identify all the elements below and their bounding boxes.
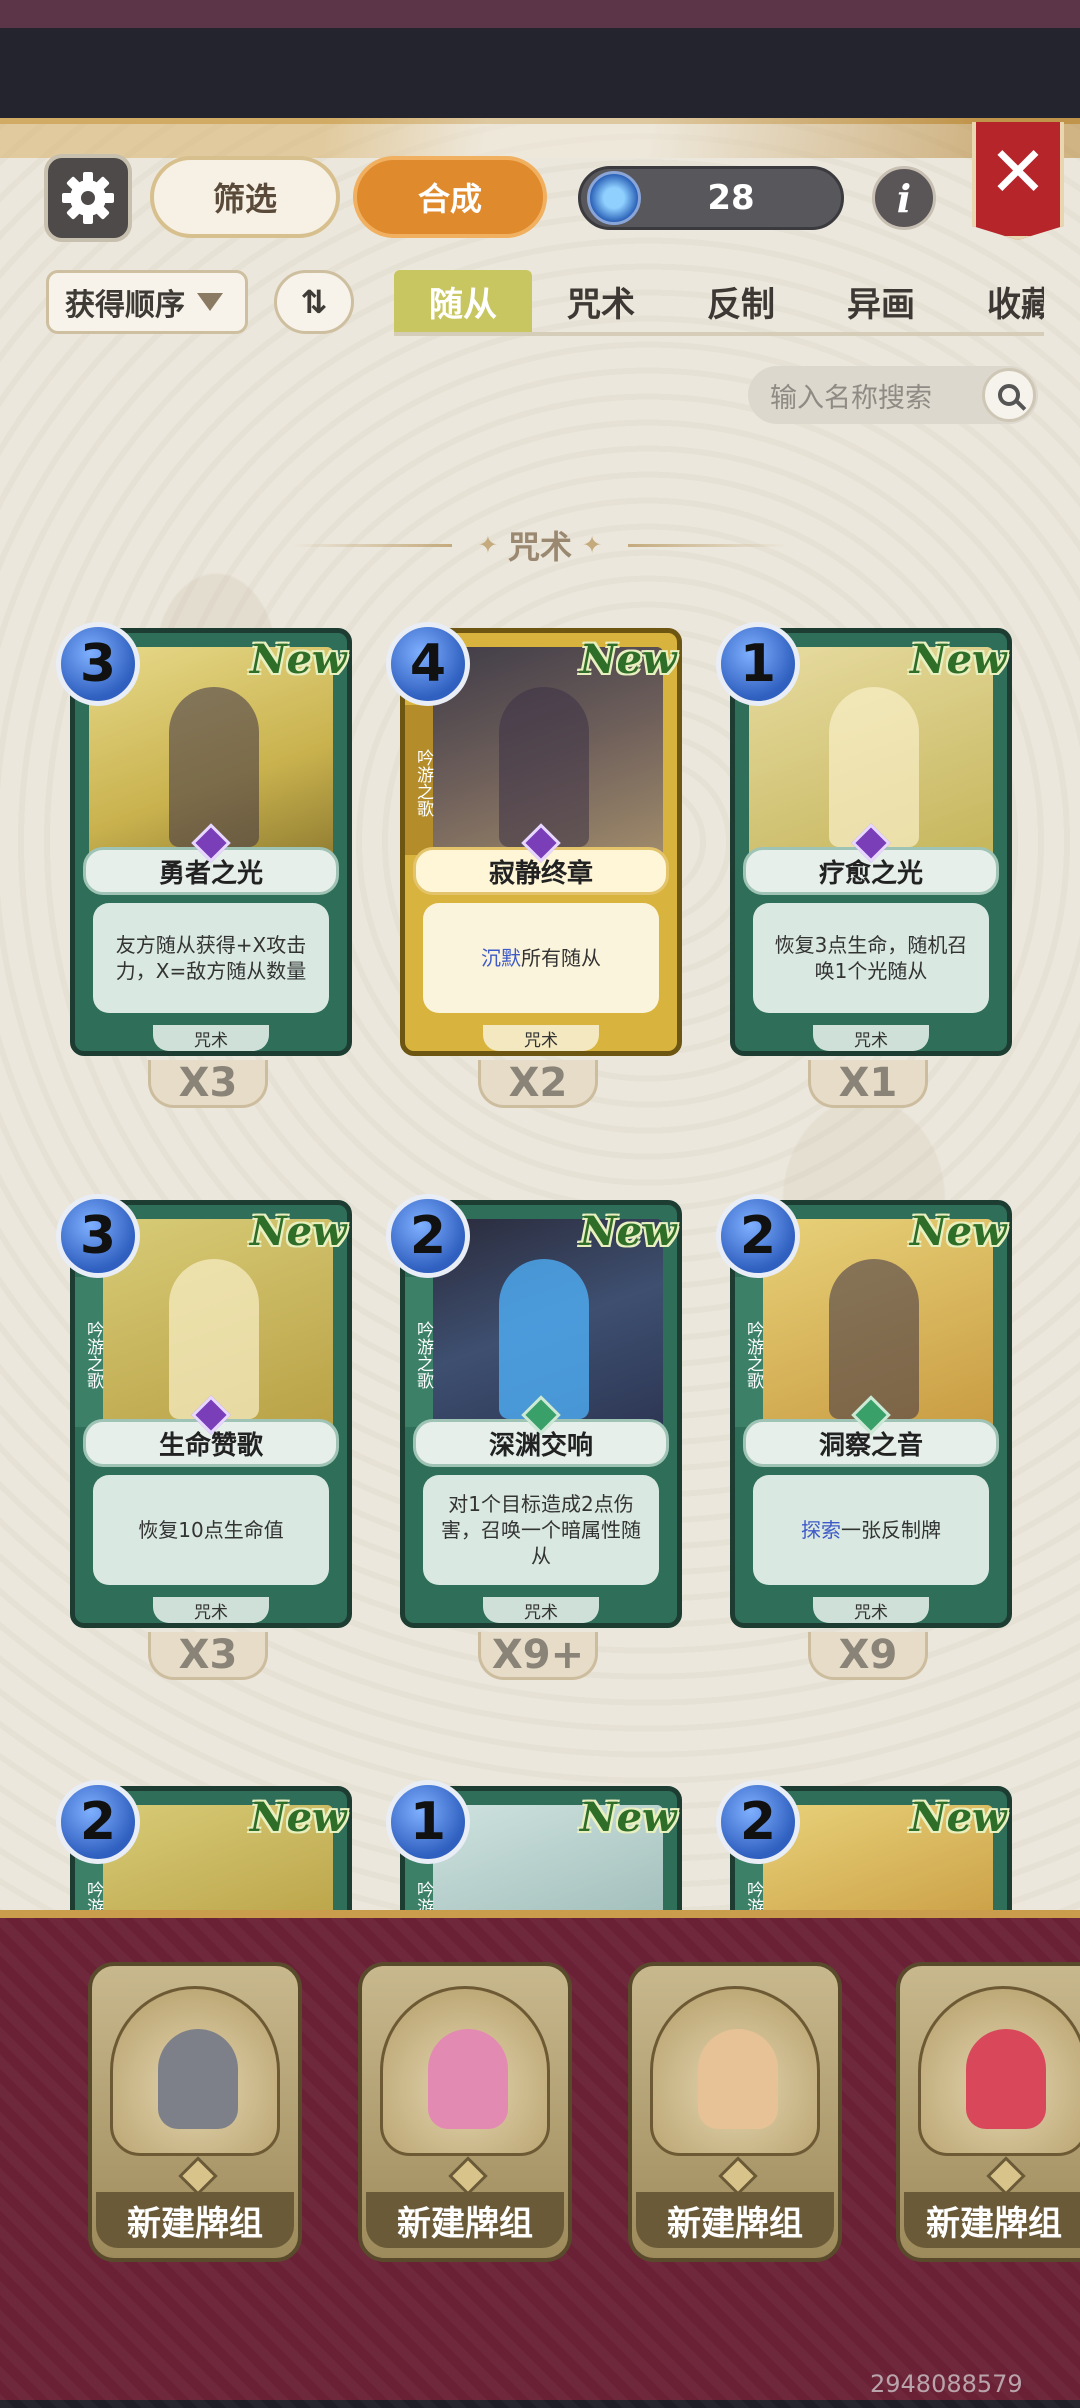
new-badge: New	[250, 636, 347, 683]
card-count: X1	[808, 1060, 928, 1108]
new-deck-button[interactable]: 新建牌组	[88, 1962, 302, 2262]
mana-cost-badge: 2	[716, 1780, 800, 1864]
search-placeholder: 输入名称搜索	[770, 382, 932, 414]
tab-spells[interactable]: 咒术	[532, 270, 670, 332]
close-button[interactable]: ✕	[972, 122, 1064, 240]
new-deck-button[interactable]: 新建牌组	[628, 1962, 842, 2262]
deck-label: 新建牌组	[96, 2192, 294, 2248]
new-deck-button[interactable]: 新建牌组	[358, 1962, 572, 2262]
card-description: 探索一张反制牌	[753, 1475, 989, 1585]
keyword[interactable]: 沉默	[481, 946, 521, 970]
search-input[interactable]: 输入名称搜索	[748, 366, 1038, 424]
section-header: ✦ 咒术 ✦	[0, 520, 1080, 570]
card-type: 咒术	[813, 1597, 929, 1623]
card-type: 咒术	[483, 1025, 599, 1051]
settings-button[interactable]	[44, 154, 132, 242]
card-count: X3	[148, 1632, 268, 1680]
card-type: 咒术	[153, 1025, 269, 1051]
card-type: 咒术	[813, 1025, 929, 1051]
tab-collection[interactable]: 收藏	[952, 270, 1044, 332]
status-bar	[0, 0, 1080, 122]
currency-value: 28	[707, 178, 755, 218]
card-set-label: 吟游之歌	[75, 1277, 103, 1427]
crystal-icon	[587, 171, 641, 225]
sort-order-toggle[interactable]: ⇅	[274, 270, 354, 334]
search-icon	[998, 384, 1020, 406]
new-badge: New	[250, 1208, 347, 1255]
deck-label: 新建牌组	[366, 2192, 564, 2248]
mana-cost-badge: 2	[386, 1194, 470, 1278]
card-set-label: 吟游之歌	[405, 705, 433, 855]
card-set-label: 吟游之歌	[735, 1277, 763, 1427]
card-type: 咒术	[153, 1597, 269, 1623]
diamond-icon	[448, 2156, 488, 2196]
young-hero-portrait	[650, 1986, 820, 2156]
horned-elf-portrait	[380, 1986, 550, 2156]
tab-minions[interactable]: 随从	[394, 270, 532, 332]
new-badge: New	[580, 1208, 677, 1255]
section-title: 咒术	[507, 528, 572, 566]
card-set-label: 吟游之歌	[405, 1277, 433, 1427]
chevron-down-icon	[197, 293, 223, 311]
card-type: 咒术	[483, 1597, 599, 1623]
filter-button[interactable]: 筛选	[150, 156, 340, 238]
tab-alt-art[interactable]: 异画	[812, 270, 950, 332]
card-count: X9+	[478, 1632, 598, 1680]
deck-label: 新建牌组	[636, 2192, 834, 2248]
card-description: 沉默所有随从	[423, 903, 659, 1013]
info-button[interactable]: i	[872, 166, 936, 230]
tab-counters[interactable]: 反制	[672, 270, 810, 332]
diamond-icon	[986, 2156, 1026, 2196]
mana-cost-badge: 1	[386, 1780, 470, 1864]
card-count: X9	[808, 1632, 928, 1680]
diamond-icon	[718, 2156, 758, 2196]
mana-cost-badge: 4	[386, 622, 470, 706]
card-description: 恢复3点生命，随机召唤1个光随从	[753, 903, 989, 1013]
watermark: 2948088579	[870, 2370, 1023, 2398]
new-badge: New	[910, 636, 1007, 683]
sort-dropdown[interactable]: 获得顺序	[46, 270, 248, 334]
keyword[interactable]: 探索	[801, 1518, 841, 1542]
mana-cost-badge: 1	[716, 622, 800, 706]
new-badge: New	[580, 1794, 677, 1841]
diamond-icon	[178, 2156, 218, 2196]
sort-label: 获得顺序	[65, 288, 185, 323]
new-badge: New	[580, 636, 677, 683]
category-tabs: 随从 咒术 反制 异画 收藏	[394, 270, 1044, 336]
currency-counter: 28	[578, 166, 844, 230]
card-description: 友方随从获得+X攻击力，X=敌方随从数量	[93, 903, 329, 1013]
red-haired-witch-portrait	[918, 1986, 1080, 2156]
card-count: X3	[148, 1060, 268, 1108]
panel-decoration	[0, 118, 1080, 158]
new-badge: New	[910, 1208, 1007, 1255]
craft-button[interactable]: 合成	[353, 156, 547, 238]
mana-cost-badge: 3	[56, 1194, 140, 1278]
deck-label: 新建牌组	[904, 2192, 1080, 2248]
card-description: 恢复10点生命值	[93, 1475, 329, 1585]
robot-knight-portrait	[110, 1986, 280, 2156]
search-button[interactable]	[982, 368, 1036, 422]
new-deck-button[interactable]: 新建牌组	[896, 1962, 1080, 2262]
new-badge: New	[910, 1794, 1007, 1841]
card-count: X2	[478, 1060, 598, 1108]
card-description: 对1个目标造成2点伤害，召唤一个暗属性随从	[423, 1475, 659, 1585]
mana-cost-badge: 2	[716, 1194, 800, 1278]
mana-cost-badge: 3	[56, 622, 140, 706]
mana-cost-badge: 2	[56, 1780, 140, 1864]
gear-icon	[62, 172, 114, 224]
new-badge: New	[250, 1794, 347, 1841]
